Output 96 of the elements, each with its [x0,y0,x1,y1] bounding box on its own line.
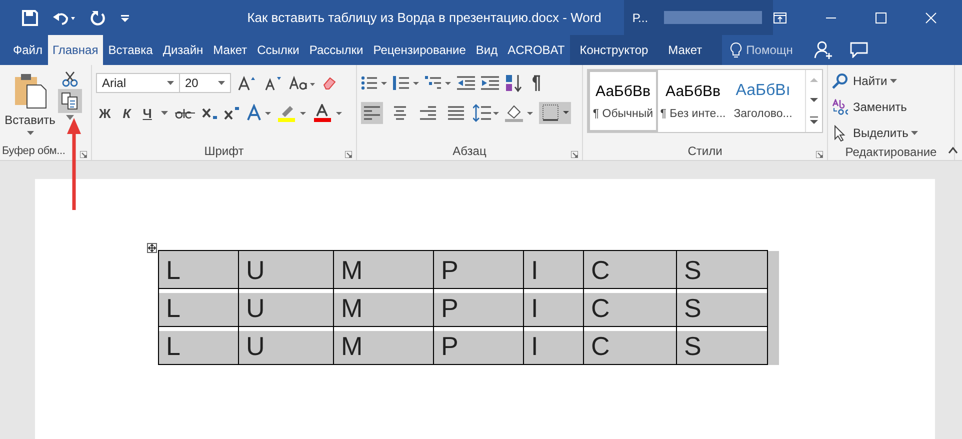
table-cell: I [524,288,584,326]
table-cell: C [584,250,676,288]
ribbon-tab[interactable]: Макет [658,35,722,65]
clear-format-icon[interactable] [321,75,337,91]
collapse-ribbon-icon[interactable] [948,146,958,154]
dialog-launcher-icon[interactable] [816,151,823,158]
ribbon-command[interactable]: Выделить [832,123,950,143]
increase-indent-icon[interactable] [481,76,499,90]
ribbon-tab[interactable]: Рецензирование [368,35,471,65]
ribbon-tab[interactable]: Рассылки [304,35,368,65]
group-label: Шрифт [204,144,244,158]
table-cell: I [524,326,584,364]
table-cell: L [158,250,238,288]
lightbulb-icon [730,42,742,58]
table-cell: M [334,250,434,288]
ribbon-tab[interactable]: Конструктор [570,35,658,65]
change-case-icon[interactable] [289,75,315,91]
save-icon[interactable] [22,10,38,26]
ribbon-tab[interactable]: Вставка [103,35,158,65]
align-left-icon[interactable] [361,102,383,124]
font-color-icon[interactable] [314,104,344,122]
ribbon-command[interactable]: Найти [832,71,950,91]
search-icon [832,72,850,90]
shrink-font-icon[interactable] [263,75,283,91]
grow-font-icon[interactable] [237,75,257,91]
copy-icon[interactable] [58,89,82,113]
caret-icon [167,81,174,85]
table-cell: M [334,326,434,364]
tell-me-field[interactable]: Помощн [746,43,798,57]
superscript-icon[interactable] [224,106,240,120]
table-cell: P [434,326,524,364]
table-cell: I [524,250,584,288]
table-cell: L [158,288,238,326]
table-cell: S [676,250,768,288]
table-cell: U [238,288,334,326]
ribbon-tab[interactable]: Главная [48,35,104,65]
customize-icon[interactable] [120,12,130,22]
italic-button[interactable]: К [120,106,134,120]
caret-icon [218,81,225,85]
caret-icon[interactable] [160,111,168,115]
table-cell: S [676,288,768,326]
clipboard-icon [13,73,47,109]
window-title: Как вставить таблицу из Ворда в презентацию.docx - Word [246,10,602,25]
caret-icon [911,131,918,135]
font-size-field[interactable]: 20 [179,73,231,93]
numbering-icon[interactable] [393,75,419,91]
table-cell: U [238,250,334,288]
style-option[interactable]: АаБбВв ¶ Обычный [588,70,658,132]
table-cell: C [584,326,676,364]
table-cell: C [584,288,676,326]
ribbon-tab[interactable]: Макет [208,35,252,65]
dialog-launcher-icon[interactable] [571,151,578,158]
table-cell: P [434,250,524,288]
close-icon[interactable] [925,12,937,24]
font-name-field[interactable]: Arial [96,73,180,93]
line-spacing-icon[interactable] [473,104,499,122]
highlight-color-icon[interactable] [278,104,308,122]
table-cell: M [334,288,434,326]
maximize-icon[interactable] [875,12,887,24]
decrease-indent-icon[interactable] [457,76,475,90]
scissors-icon[interactable] [62,71,78,87]
sort-icon[interactable] [505,74,523,92]
context-label: Р... [631,10,648,24]
underline-button[interactable]: Ч [140,106,155,120]
ribbon-display-icon[interactable] [773,12,787,24]
table-cell: S [676,326,768,364]
strikethrough-icon[interactable] [174,106,196,120]
ribbon-tab[interactable]: Файл [8,35,48,65]
text-effects-icon[interactable] [246,104,272,122]
bullets-icon[interactable] [361,75,387,91]
caret-icon [890,79,898,83]
subscript-icon[interactable] [202,106,218,120]
ribbon-tab[interactable]: Вид [470,35,503,65]
group-label: Буфер обм... [2,145,66,157]
shading-icon[interactable] [505,104,533,122]
table-cell: L [158,326,238,364]
table-move-handle-icon[interactable] [147,243,157,253]
multilevel-list-icon[interactable] [425,75,451,91]
ribbon-tab[interactable]: Дизайн [158,35,208,65]
group-label: Стили [688,144,722,158]
row-end-marker [768,250,778,288]
redo-icon[interactable] [90,10,106,26]
ribbon-tab[interactable]: ACROBAT [502,35,570,65]
borders-icon[interactable] [539,102,571,124]
group-label: Редактирование [845,144,937,158]
replace-icon [832,98,850,116]
dialog-launcher-icon[interactable] [80,151,87,158]
caret-icon [26,131,34,135]
ribbon-command[interactable]: Заменить [832,97,950,117]
bold-button[interactable]: Ж [96,106,114,120]
table-cell: P [434,288,524,326]
table-cell: U [238,326,334,364]
paste-button[interactable]: Вставить [4,71,56,142]
ribbon-tab[interactable]: Ссылки [252,35,304,65]
group-label: Абзац [452,144,486,158]
dialog-launcher-icon[interactable] [345,151,352,158]
